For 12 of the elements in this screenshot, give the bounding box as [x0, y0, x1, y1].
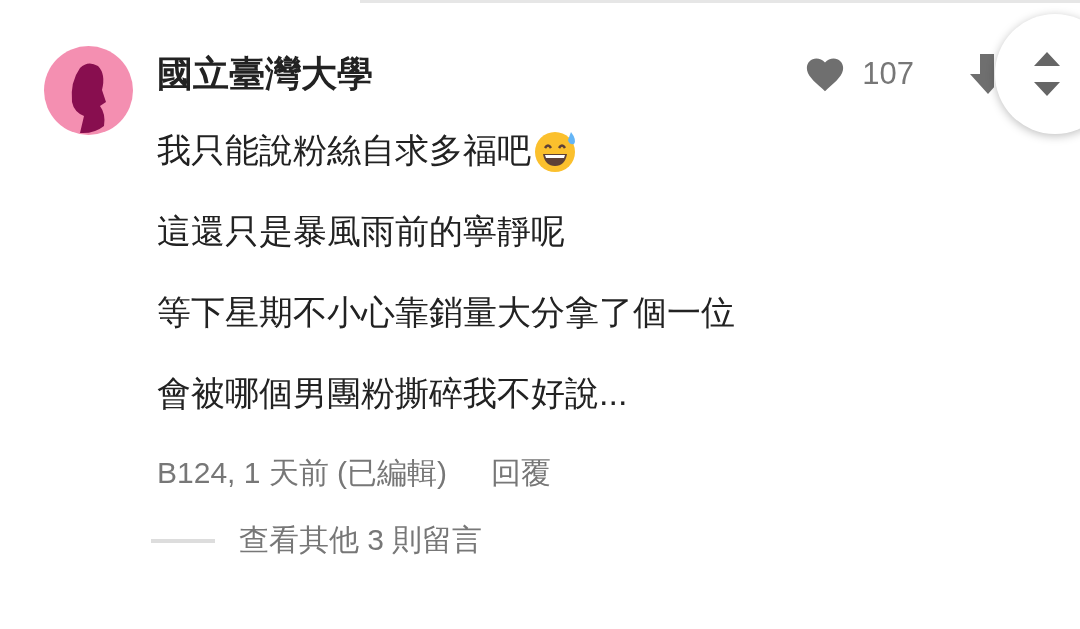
- comment-meta: B124, 1 天前 (已編輯): [157, 454, 448, 491]
- reply-link[interactable]: 回覆: [491, 452, 552, 494]
- comment-line: 會被哪個男團粉撕碎我不好說...: [157, 372, 628, 414]
- comment-line: 我只能說粉絲自求多福吧: [157, 129, 531, 171]
- down-arrow-icon[interactable]: [970, 54, 994, 94]
- comment-line: 等下星期不小心靠銷量大分拿了個一位: [157, 291, 735, 333]
- author-name: 國立臺灣大學: [157, 51, 374, 96]
- view-more-replies-link[interactable]: 查看其他 3 則留言: [239, 520, 483, 561]
- like-count: 107: [862, 56, 914, 92]
- up-down-icon: [1033, 50, 1061, 98]
- scroll-button[interactable]: [995, 14, 1080, 134]
- comment-line: 這還只是暴風雨前的寧靜呢: [157, 210, 565, 252]
